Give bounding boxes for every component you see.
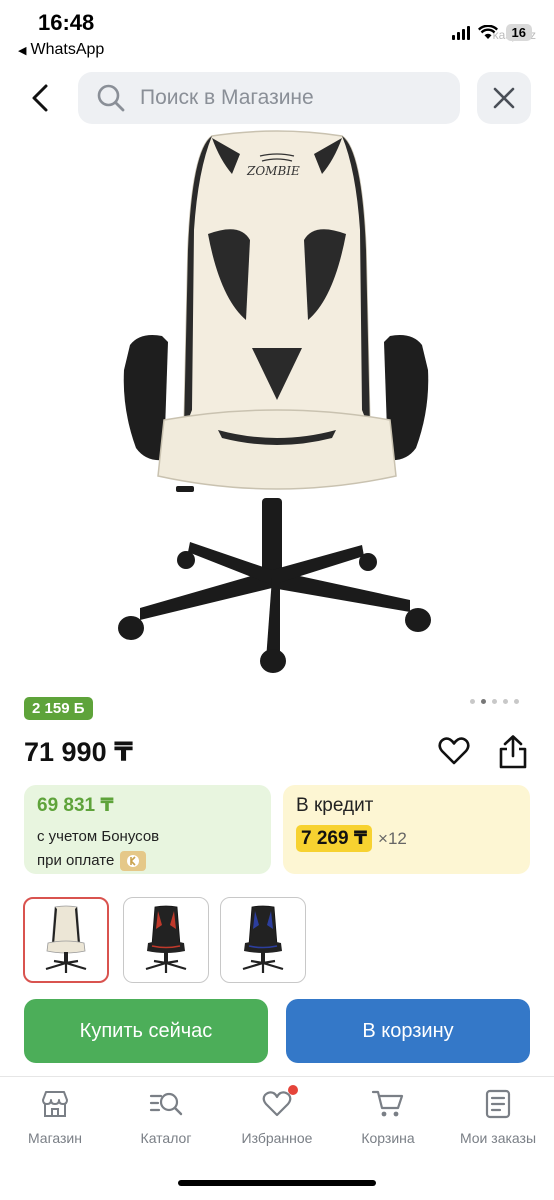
back-chevron-icon	[32, 84, 48, 112]
battery-indicator: 16	[505, 24, 532, 41]
tab-store[interactable]: Магазин	[0, 1087, 110, 1146]
store-icon	[38, 1087, 72, 1121]
tab-label: Каталог	[140, 1130, 192, 1146]
share-icon	[499, 735, 527, 769]
close-search-button[interactable]	[477, 72, 531, 124]
add-to-cart-button[interactable]: В корзину	[286, 999, 530, 1063]
tab-orders[interactable]: Мои заказы	[443, 1087, 553, 1146]
kaspi-pay-icon	[120, 851, 147, 871]
heart-icon	[260, 1085, 298, 1121]
notification-dot	[288, 1085, 298, 1095]
chair-thumbnail-white	[45, 905, 87, 973]
credit-card[interactable]: В кредит 7 269 ₸ ×12	[283, 785, 530, 874]
tab-label: Корзина	[361, 1130, 415, 1146]
gallery-dots	[470, 699, 519, 704]
bonus-note-line2: при оплате	[37, 852, 115, 869]
status-indicators: 16	[451, 24, 532, 41]
back-button[interactable]	[22, 80, 58, 116]
tab-label: Избранное	[241, 1130, 313, 1146]
variant-thumbnail-red[interactable]	[123, 897, 209, 983]
back-to-app-link[interactable]: ◀ WhatsApp	[18, 41, 104, 59]
tab-cart[interactable]: Корзина	[333, 1087, 443, 1146]
credit-term: ×12	[378, 828, 407, 848]
bonus-note-line1: с учетом Бонусов	[37, 828, 160, 845]
chair-thumbnail-red	[145, 905, 187, 973]
tab-label: Магазин	[27, 1130, 82, 1146]
tab-favorites[interactable]: Избранное	[222, 1085, 332, 1146]
gallery-dot	[514, 699, 519, 704]
heart-icon	[438, 737, 470, 765]
status-time: 16:48	[38, 10, 95, 35]
share-button[interactable]	[496, 734, 530, 770]
bonus-price-amount: 69 831 ₸	[37, 795, 114, 816]
back-app-label: WhatsApp	[30, 41, 105, 58]
tab-label: Мои заказы	[459, 1130, 537, 1146]
home-indicator[interactable]	[178, 1180, 376, 1186]
credit-monthly-amount: 7 269 ₸	[296, 825, 373, 852]
search-header: Поиск в Магазине	[0, 70, 554, 126]
back-triangle-icon: ◀	[18, 44, 27, 57]
status-bar: 16:48 ◀ WhatsApp kaspi.kz 16	[0, 0, 554, 64]
wifi-icon	[477, 25, 498, 39]
buy-now-button[interactable]: Купить сейчас	[24, 999, 268, 1063]
catalog-search-icon	[149, 1087, 183, 1121]
office-chair-illustration: ZOMBIE	[118, 130, 431, 673]
search-placeholder: Поиск в Магазине	[140, 86, 314, 109]
cart-icon	[371, 1087, 405, 1121]
gallery-dot-active	[481, 699, 486, 704]
search-input[interactable]: Поиск в Магазине	[78, 72, 460, 124]
bonus-badge: 2 159 Б	[24, 697, 93, 720]
credit-title: В кредит	[296, 795, 374, 816]
brand-logo: ZOMBIE	[246, 164, 300, 178]
bonus-price-payment: при оплате	[37, 849, 258, 873]
product-image[interactable]: ZOMBIE	[100, 130, 454, 680]
variant-thumbnail-blue[interactable]	[220, 897, 306, 983]
credit-row: 7 269 ₸ ×12	[296, 825, 517, 852]
search-icon	[97, 84, 125, 112]
close-icon	[493, 87, 515, 109]
tab-catalog[interactable]: Каталог	[111, 1087, 221, 1146]
gallery-dot	[470, 699, 475, 704]
add-to-favorites-button[interactable]	[437, 734, 471, 768]
bonus-price-note: с учетом Бонусов	[37, 825, 258, 849]
gallery-dot	[503, 699, 508, 704]
bonus-price-card[interactable]: 69 831 ₸ с учетом Бонусов при оплате	[24, 785, 271, 874]
gallery-dot	[492, 699, 497, 704]
orders-icon	[481, 1087, 515, 1121]
variant-thumbnail-white[interactable]	[23, 897, 109, 983]
product-price: 71 990 ₸	[24, 737, 133, 767]
chair-thumbnail-blue	[242, 905, 284, 973]
cellular-signal-icon	[451, 25, 470, 40]
